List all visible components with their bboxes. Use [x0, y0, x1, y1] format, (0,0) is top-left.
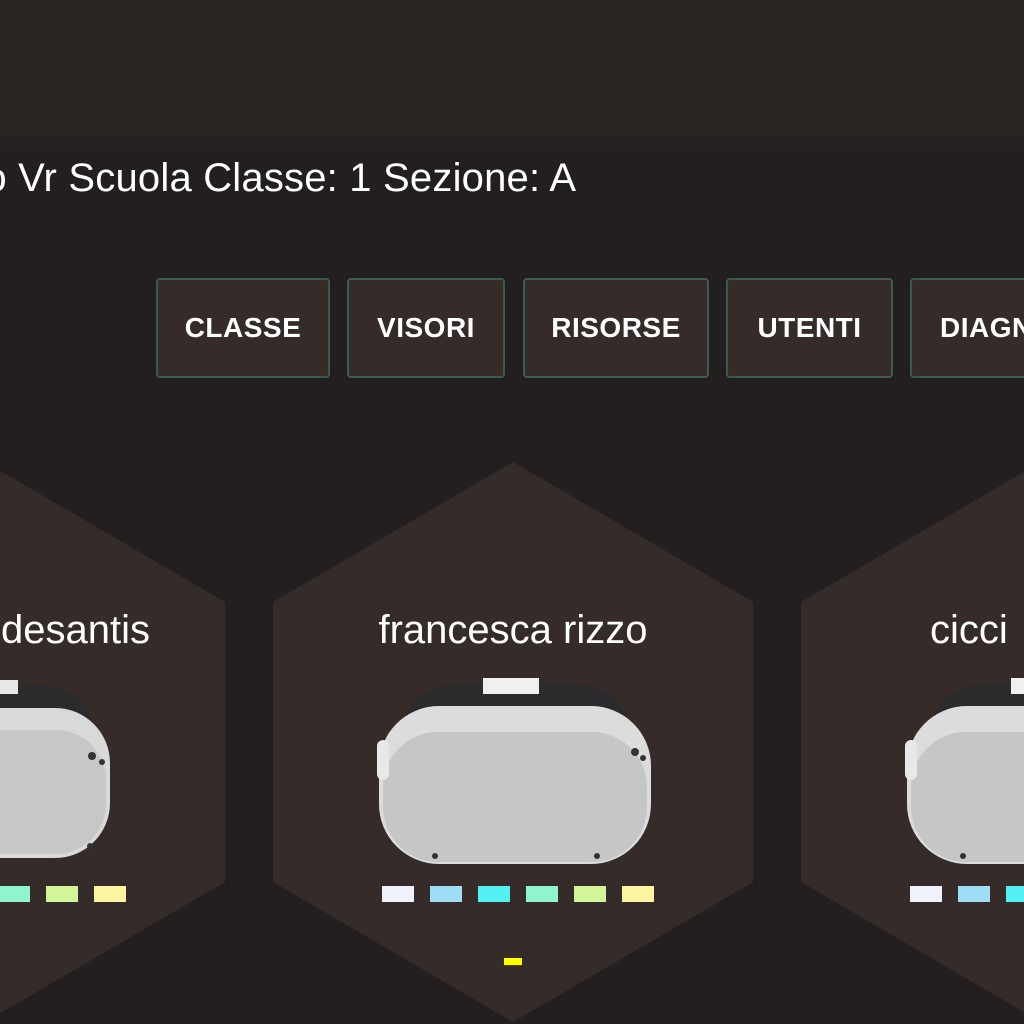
status-swatch: [478, 886, 510, 902]
status-swatch: [1006, 886, 1024, 902]
device-user-name: desantis: [1, 608, 150, 652]
vr-headset-icon: [377, 678, 651, 864]
page-indicator: [504, 958, 522, 965]
nav-button-utenti[interactable]: UTENTI: [726, 278, 893, 378]
device-user-name: cicci: [930, 608, 1008, 652]
status-swatch: [94, 886, 126, 902]
top-app-bar-shadow: [0, 134, 1024, 154]
nav-button-visori[interactable]: VISORI: [347, 278, 505, 378]
top-app-bar: [0, 0, 1024, 134]
status-swatch: [910, 886, 942, 902]
nav-button-classe[interactable]: CLASSE: [156, 278, 330, 378]
vr-headset-icon: [0, 680, 110, 858]
status-swatch: [382, 886, 414, 902]
status-swatch: [622, 886, 654, 902]
status-swatch: [46, 886, 78, 902]
device-user-name: francesca rizzo: [378, 608, 648, 652]
nav-button-risorse[interactable]: RISORSE: [523, 278, 709, 378]
status-swatch: [430, 886, 462, 902]
status-swatch: [0, 886, 30, 902]
vr-headset-icon: [905, 678, 1024, 864]
status-swatch: [526, 886, 558, 902]
status-swatch: [958, 886, 990, 902]
status-swatch: [574, 886, 606, 902]
page-title: ito Vr Scuola Classe: 1 Sezione: A: [0, 156, 577, 200]
nav-button-diagnostica[interactable]: DIAGN: [910, 278, 1024, 378]
app-screen: ito Vr Scuola Classe: 1 Sezione: A CLASS…: [0, 0, 1024, 1024]
